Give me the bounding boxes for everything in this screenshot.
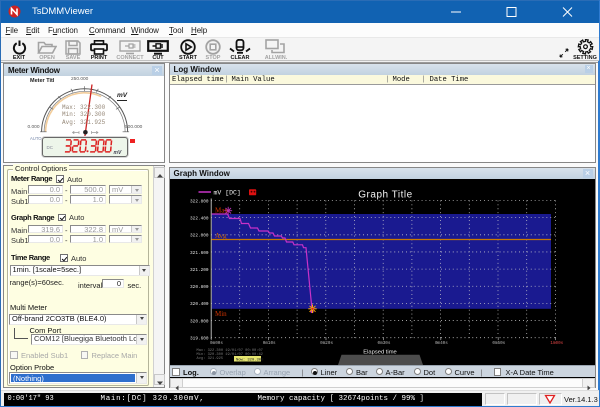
svg-text:0m50s: 0m50s bbox=[492, 341, 505, 346]
svg-text:320.000: 320.000 bbox=[190, 319, 209, 324]
svg-text:Avg: 321.925: Avg: 321.925 bbox=[196, 357, 223, 361]
svg-text:322.800: 322.800 bbox=[190, 199, 209, 204]
svg-text:0m40s: 0m40s bbox=[434, 341, 447, 346]
svg-text:Graph Title: Graph Title bbox=[358, 189, 412, 200]
svg-text:Elapsed time: Elapsed time bbox=[363, 349, 397, 355]
svg-text:mV [DC]: mV [DC] bbox=[213, 189, 240, 196]
svg-text:320.400: 320.400 bbox=[190, 302, 209, 307]
svg-text:Avg: Avg bbox=[215, 232, 227, 240]
svg-text:0m10s: 0m10s bbox=[262, 341, 275, 346]
svg-text:Now: 320.300: Now: 320.300 bbox=[236, 358, 264, 362]
svg-text:320.800: 320.800 bbox=[190, 285, 209, 290]
svg-text:322.000: 322.000 bbox=[190, 233, 209, 238]
svg-text:322.400: 322.400 bbox=[190, 216, 209, 221]
svg-text:1m00s: 1m00s bbox=[550, 341, 563, 346]
svg-text:0m30s: 0m30s bbox=[377, 341, 390, 346]
svg-text:319.600: 319.600 bbox=[190, 336, 209, 341]
svg-text:0m20s: 0m20s bbox=[320, 341, 333, 346]
svg-text:Min: Min bbox=[215, 310, 227, 318]
svg-text:Max: Max bbox=[215, 206, 228, 214]
svg-text:321.600: 321.600 bbox=[190, 250, 209, 255]
svg-text:0m00s: 0m00s bbox=[210, 341, 223, 346]
svg-text:321.200: 321.200 bbox=[190, 267, 209, 272]
